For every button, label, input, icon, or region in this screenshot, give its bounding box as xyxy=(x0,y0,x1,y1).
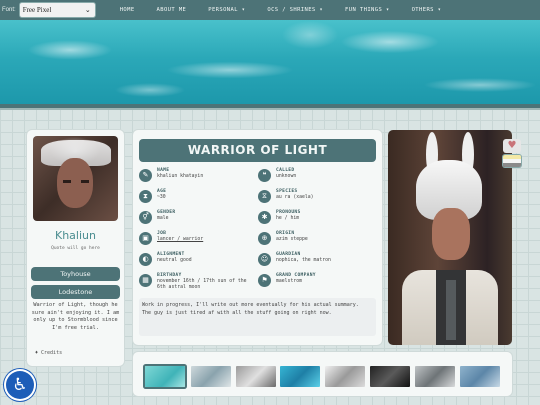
banner-divider-light xyxy=(0,108,540,110)
field-alignment: ◐ ALIGNMENT neutral good xyxy=(139,252,257,272)
nav-about-me[interactable]: ABOUT ME xyxy=(157,7,187,13)
field-gender: ⚥ GENDER male xyxy=(139,210,257,230)
character-quote: Quote will go here xyxy=(51,246,100,251)
field-age: ⧗ AGE ~30 xyxy=(139,189,257,209)
credits-link[interactable]: ♦ Credits xyxy=(35,350,62,356)
gallery-thumb[interactable] xyxy=(325,366,365,387)
field-called: ❝ CALLED unknown xyxy=(258,168,376,188)
profile-card: Khaliun Quote will go here Toyhouse Lode… xyxy=(27,130,124,366)
nav-fun-things[interactable]: FUN THINGS ▾ xyxy=(345,7,390,13)
toyhouse-button[interactable]: Toyhouse xyxy=(31,267,120,281)
user-icon: ☺ xyxy=(258,253,271,266)
gallery-thumb[interactable] xyxy=(460,366,500,387)
field-guardian: ☺ GUARDIAN nophica, the matron xyxy=(258,252,376,272)
gallery-strip xyxy=(133,352,512,396)
nav-personal[interactable]: PERSONAL ▾ xyxy=(208,7,245,13)
accessibility-icon[interactable]: ♿ xyxy=(6,371,34,399)
top-nav: Font: Free Pixel ⌄ HOME ABOUT ME PERSONA… xyxy=(0,0,540,20)
character-portrait xyxy=(388,130,512,345)
gallery-thumb[interactable] xyxy=(236,366,276,387)
summary-text: Work in progress, I'll write out more ev… xyxy=(139,298,376,336)
gallery-thumb[interactable] xyxy=(280,366,320,387)
water-banner xyxy=(0,20,540,104)
avatar xyxy=(33,136,118,221)
hourglass-icon: ⧗ xyxy=(139,190,152,203)
field-species: ⧖ SPECIES au ra (xaela) xyxy=(258,189,376,209)
gallery-thumb[interactable] xyxy=(191,366,231,387)
nav-home[interactable]: HOME xyxy=(120,7,135,13)
gender-icon: ⚥ xyxy=(139,211,152,224)
field-grand-company: ⚑ GRAND COMPANY maelstrom xyxy=(258,273,376,293)
field-name: ✎ NAME khaliun khatayin xyxy=(139,168,257,188)
briefcase-icon: ▣ xyxy=(139,232,152,245)
pride-flag-icon xyxy=(503,155,521,167)
contrast-icon: ◐ xyxy=(139,253,152,266)
globe-icon: ⊕ xyxy=(258,232,271,245)
pencil-icon: ✎ xyxy=(139,169,152,182)
character-name: Khaliun xyxy=(55,229,96,242)
font-select[interactable]: Free Pixel ⌄ xyxy=(18,2,96,18)
asterisk-icon: ✱ xyxy=(258,211,271,224)
dna-icon: ⧖ xyxy=(258,190,271,203)
font-select-value: Free Pixel xyxy=(22,6,52,14)
field-origin: ⊕ ORIGIN azim steppe xyxy=(258,231,376,251)
field-job: ▣ JOB lancer / warrior xyxy=(139,231,257,251)
bio-text: Warrior of Light, though he sure ain't e… xyxy=(31,302,120,331)
quote-icon: ❝ xyxy=(258,169,271,182)
lodestone-button[interactable]: Lodestone xyxy=(31,285,120,299)
font-label: Font: xyxy=(2,7,16,13)
gallery-thumb[interactable] xyxy=(415,366,455,387)
nav-ocs-shrines[interactable]: OCS / SHRINES ▾ xyxy=(267,7,323,13)
field-pronouns: ✱ PRONOUNS he / him xyxy=(258,210,376,230)
chevron-down-icon: ⌄ xyxy=(84,6,91,14)
info-title: WARRIOR OF LIGHT xyxy=(139,139,376,162)
heart-icon[interactable]: ♥ xyxy=(503,139,521,153)
calendar-icon: ▦ xyxy=(139,274,152,287)
gallery-thumb[interactable] xyxy=(370,366,410,387)
gallery-thumb[interactable] xyxy=(145,366,185,387)
info-card: WARRIOR OF LIGHT ✎ NAME khaliun khatayin… xyxy=(133,130,382,345)
nav-others[interactable]: OTHERS ▾ xyxy=(412,7,442,13)
flag-icon: ⚑ xyxy=(258,274,271,287)
field-birthday: ▦ BIRTHDAY november 16th / 17th sun of t… xyxy=(139,273,257,293)
